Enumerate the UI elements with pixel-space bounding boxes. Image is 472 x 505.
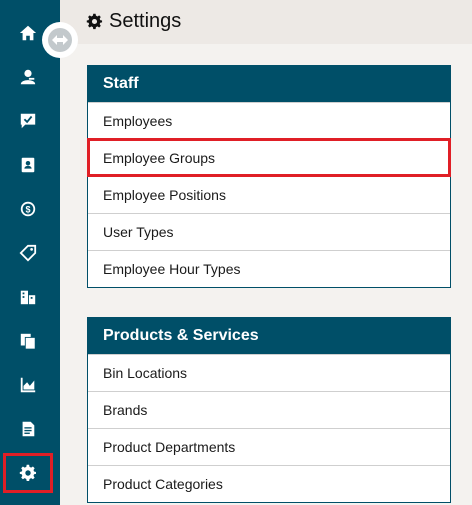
nav-reports[interactable] — [0, 365, 56, 405]
dollar-circle-icon: $ — [20, 201, 36, 217]
page-title: Settings — [86, 10, 181, 33]
chart-icon — [20, 377, 36, 393]
gear-icon — [86, 13, 103, 30]
nav-billing[interactable]: $ — [0, 189, 56, 229]
page-header: Settings — [60, 0, 472, 44]
products-panel-title: Products & Services — [88, 318, 450, 354]
nav-documents[interactable] — [0, 321, 56, 361]
products-item-product-categories[interactable]: Product Categories — [88, 465, 450, 502]
user-icon — [20, 69, 36, 85]
nav-customers[interactable] — [0, 57, 56, 97]
staff-item-employee-hour-types[interactable]: Employee Hour Types — [88, 250, 450, 287]
page-title-text: Settings — [109, 10, 182, 32]
home-icon — [19, 25, 37, 41]
products-panel: Products & Services Bin Locations Brands… — [87, 317, 451, 503]
svg-text:$: $ — [25, 205, 30, 215]
file-text-icon — [22, 421, 35, 437]
building-icon — [20, 290, 36, 305]
contact-card-icon — [21, 157, 35, 173]
nav-contacts[interactable] — [0, 145, 56, 185]
staff-item-employee-groups[interactable]: Employee Groups — [87, 138, 451, 177]
sidebar: $ — [0, 0, 60, 505]
gear-icon — [19, 464, 37, 482]
staff-item-employees[interactable]: Employees — [88, 102, 450, 139]
chat-check-icon — [20, 113, 36, 129]
nav-locations[interactable] — [0, 277, 56, 317]
staff-panel: Staff Employees Employee Groups Employee… — [87, 65, 451, 288]
products-item-product-departments[interactable]: Product Departments — [88, 428, 450, 465]
nav-settings[interactable] — [3, 453, 53, 493]
nav-messages[interactable] — [0, 101, 56, 141]
sidebar-toggle-button[interactable] — [42, 22, 78, 58]
nav-notes[interactable] — [0, 409, 56, 449]
products-item-brands[interactable]: Brands — [88, 391, 450, 428]
tag-icon — [19, 244, 37, 262]
staff-item-user-types[interactable]: User Types — [88, 213, 450, 250]
app: $ Settings Staff Employees Employee Grou… — [0, 0, 472, 505]
expand-collapse-icon — [48, 28, 72, 52]
copy-icon — [20, 333, 36, 350]
products-item-bin-locations[interactable]: Bin Locations — [88, 354, 450, 391]
staff-panel-title: Staff — [88, 66, 450, 102]
staff-item-employee-positions[interactable]: Employee Positions — [88, 176, 450, 213]
nav-pricing[interactable] — [0, 233, 56, 273]
